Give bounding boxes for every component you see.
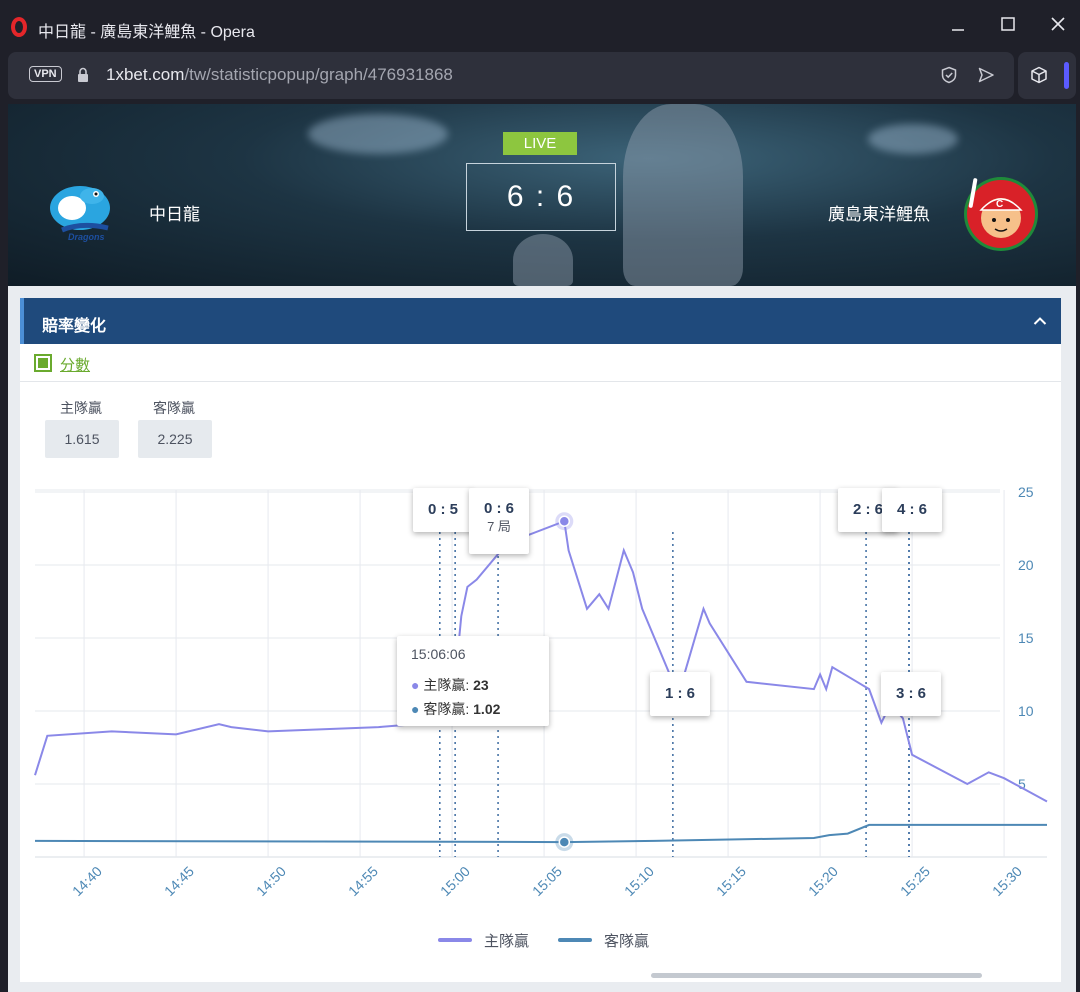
tooltip-time: 15:06:06 xyxy=(411,646,466,662)
away-team-name: 廣島東洋鯉魚 xyxy=(828,205,930,224)
checkbox-fill xyxy=(38,358,48,368)
event-score: 4 : 6 xyxy=(896,501,927,518)
series-swatch-home: ● xyxy=(411,677,420,693)
tooltip-row-home: ● 主隊贏: 23 xyxy=(411,677,489,693)
home-win-label: 主隊贏 xyxy=(60,400,102,416)
event-inning: 7 局 xyxy=(487,519,511,534)
maximize-icon[interactable] xyxy=(988,10,1028,42)
vpn-badge[interactable]: VPN xyxy=(29,66,62,82)
chart-tooltip: 15:06:06 ● 主隊贏: 23 ● 客隊贏: 1.02 xyxy=(397,636,549,726)
odds-panel-header[interactable]: 賠率變化 xyxy=(20,298,1061,344)
event-score-badge[interactable]: 0 : 5 xyxy=(413,488,473,532)
event-score: 0 : 5 xyxy=(427,501,458,518)
window-titlebar: 中日龍 - 廣島東洋鯉魚 - Opera xyxy=(0,0,1080,52)
event-score-badge[interactable]: 0 : 6 7 局 xyxy=(469,488,529,554)
panel-title: 賠率變化 xyxy=(42,318,107,335)
divider xyxy=(20,381,1061,382)
player-silhouette xyxy=(623,104,743,286)
page-content: LIVE 6 : 6 Dragons 中日龍 廣島東洋鯉魚 C 賠率變化 分數 … xyxy=(8,104,1076,992)
window-title: 中日龍 - 廣島東洋鯉魚 - Opera xyxy=(38,24,255,41)
match-banner: LIVE 6 : 6 Dragons 中日龍 廣島東洋鯉魚 C xyxy=(8,104,1076,286)
event-score-badge[interactable]: 4 : 6 xyxy=(882,488,942,532)
score-toggle-link[interactable]: 分數 xyxy=(60,354,90,375)
send-icon[interactable] xyxy=(977,66,995,89)
horizontal-scrollbar[interactable] xyxy=(651,973,982,978)
score-checkbox[interactable] xyxy=(34,354,52,372)
svg-text:Dragons: Dragons xyxy=(68,232,105,242)
opera-logo-icon xyxy=(11,17,27,37)
lock-icon[interactable] xyxy=(77,67,89,88)
svg-text:C: C xyxy=(996,199,1003,210)
tooltip-away-value: 1.02 xyxy=(473,701,501,717)
url-host: 1xbet.com xyxy=(106,65,185,84)
event-score: 1 : 6 xyxy=(664,685,695,702)
chevron-up-icon[interactable] xyxy=(1033,310,1047,331)
event-score: 2 : 6 xyxy=(852,501,883,518)
sidebar-indicator xyxy=(1064,62,1069,89)
event-score-badge[interactable]: 1 : 6 xyxy=(650,672,710,716)
tooltip-home-value: 23 xyxy=(473,677,489,693)
live-badge: LIVE xyxy=(503,132,577,155)
home-team-name: 中日龍 xyxy=(149,205,200,224)
home-team-logo: Dragons xyxy=(44,178,118,249)
tooltip-away-label: 客隊贏 xyxy=(423,701,466,717)
cube-icon[interactable] xyxy=(1030,66,1048,89)
home-win-odds[interactable]: 1.615 xyxy=(45,420,119,458)
tooltip-home-label: 主隊贏 xyxy=(423,677,466,693)
url-path: /tw/statisticpopup/graph/476931868 xyxy=(184,65,453,84)
extensions-area xyxy=(1018,52,1076,99)
catcher-silhouette xyxy=(513,234,573,286)
away-win-label: 客隊贏 xyxy=(153,400,195,416)
event-score: 0 : 6 xyxy=(483,500,514,517)
stadium-light xyxy=(868,124,958,154)
event-score-badge[interactable]: 3 : 6 xyxy=(881,672,941,716)
address-bar[interactable]: VPN 1xbet.com/tw/statisticpopup/graph/47… xyxy=(8,52,1014,99)
shield-check-icon[interactable] xyxy=(940,66,958,89)
series-swatch-away: ● xyxy=(411,701,420,717)
away-team-logo: C xyxy=(959,174,1039,259)
stadium-light xyxy=(308,114,448,154)
away-win-odds[interactable]: 2.225 xyxy=(138,420,212,458)
event-score: 3 : 6 xyxy=(895,685,926,702)
tooltip-row-away: ● 客隊贏: 1.02 xyxy=(411,701,501,717)
close-icon[interactable] xyxy=(1038,10,1078,42)
minimize-icon[interactable] xyxy=(938,10,978,42)
url-text[interactable]: 1xbet.com/tw/statisticpopup/graph/476931… xyxy=(106,65,453,85)
match-score: 6 : 6 xyxy=(466,163,616,231)
